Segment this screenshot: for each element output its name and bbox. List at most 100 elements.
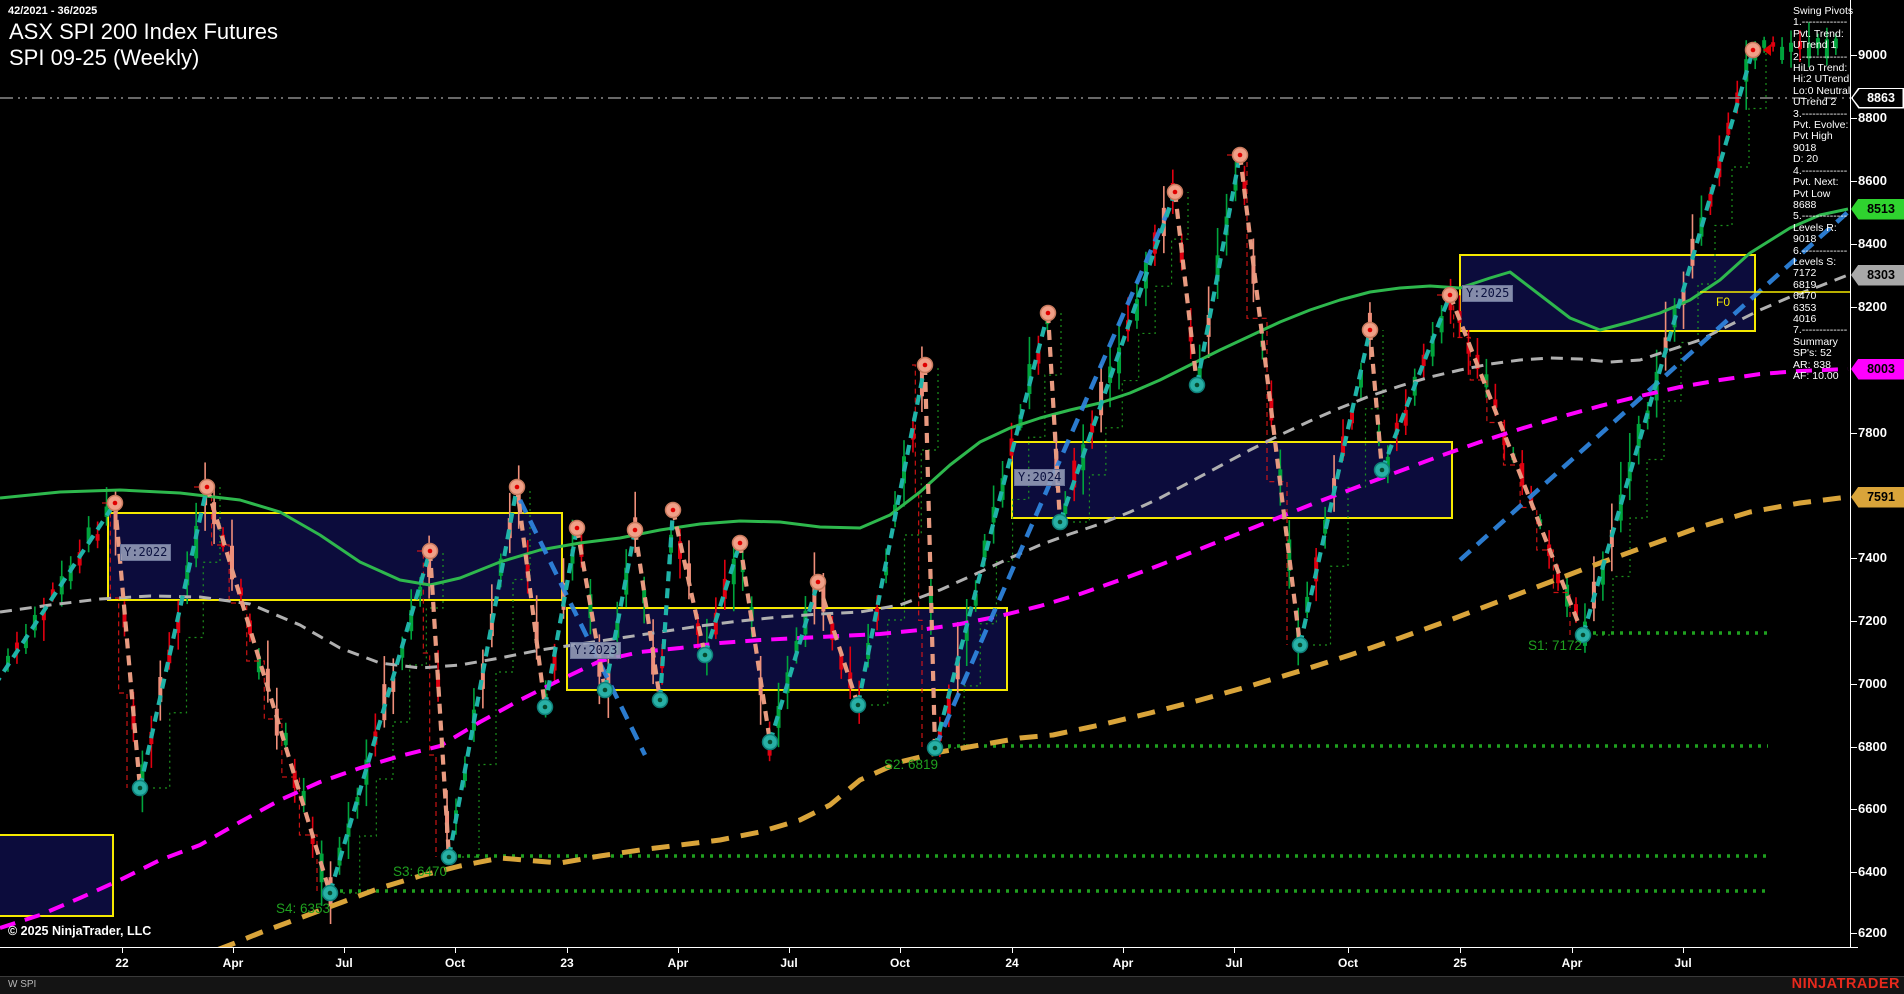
support-label: S1: 7172 xyxy=(1528,638,1582,653)
visible-range-label: 42/2021 - 36/2025 xyxy=(8,5,97,17)
time-axis-line xyxy=(0,947,1858,948)
price-tick-label: 8400 xyxy=(1858,236,1904,251)
time-tick-label: Apr xyxy=(1093,956,1153,970)
time-tick-label: 24 xyxy=(982,956,1042,970)
time-tick-label: Apr xyxy=(648,956,708,970)
time-tick-label: Apr xyxy=(203,956,263,970)
price-tick-label: 6600 xyxy=(1858,801,1904,816)
year-label-2024: Y:2024 xyxy=(1014,469,1065,486)
swing-low-marker xyxy=(442,850,457,865)
time-tick-label: Jul xyxy=(314,956,374,970)
yearly-range-box xyxy=(1012,442,1452,518)
swing-low-marker xyxy=(1190,378,1205,393)
ninjatrader-logo: NINJATRADER xyxy=(1792,976,1900,992)
swing-low-marker xyxy=(133,781,148,796)
swing-high-marker xyxy=(918,358,933,373)
swing-low-marker xyxy=(851,698,866,713)
price-tick-label: 7400 xyxy=(1858,550,1904,565)
swing-low-marker xyxy=(538,700,553,715)
tab-w-spi[interactable]: W SPI xyxy=(8,979,36,990)
time-tick-label: Apr xyxy=(1542,956,1602,970)
swing-low-marker xyxy=(928,741,943,756)
price-tick-label: 6200 xyxy=(1858,925,1904,940)
price-tag-8863: 8863 xyxy=(1851,88,1904,109)
price-tick-mark xyxy=(1850,809,1857,810)
swing-high-marker xyxy=(1443,288,1458,303)
support-label: S3: 6470 xyxy=(393,864,447,879)
swing-high-marker xyxy=(733,536,748,551)
price-tick-mark xyxy=(1850,621,1857,622)
swing-high-marker xyxy=(1168,185,1183,200)
info-panel-line: 9018 xyxy=(1793,234,1851,245)
swing-low-marker xyxy=(323,886,338,901)
price-tag-value: 8303 xyxy=(1859,265,1903,286)
price-tick-mark xyxy=(1850,933,1857,934)
swing-low-marker xyxy=(1375,463,1390,478)
price-tick-mark xyxy=(1850,684,1857,685)
price-tick-label: 7800 xyxy=(1858,425,1904,440)
yearly-range-box xyxy=(0,835,113,916)
time-tick-mark xyxy=(1012,947,1013,953)
price-chart-canvas[interactable] xyxy=(0,0,1850,947)
swing-low-marker xyxy=(1293,638,1308,653)
price-tick-mark xyxy=(1850,307,1857,308)
price-tick-mark xyxy=(1850,558,1857,559)
price-tag-8513: 8513 xyxy=(1851,199,1904,220)
info-panel-line: D: 20 xyxy=(1793,154,1851,165)
swing-high-marker xyxy=(1746,43,1761,58)
swing-low-marker xyxy=(698,648,713,663)
info-panel-line: Pvt. Next: xyxy=(1793,177,1851,188)
price-tag-value: 7591 xyxy=(1859,487,1903,508)
price-tick-label: 7000 xyxy=(1858,676,1904,691)
price-tick-mark xyxy=(1850,244,1857,245)
price-tag-8303: 8303 xyxy=(1851,265,1904,286)
info-panel-line: AF: 10.00 xyxy=(1793,371,1851,382)
swing-high-marker xyxy=(811,575,826,590)
price-tick-label: 8600 xyxy=(1858,173,1904,188)
price-tag-value: 8513 xyxy=(1859,199,1903,220)
year-label-2025: Y:2025 xyxy=(1462,285,1513,302)
swing-high-marker xyxy=(423,544,438,559)
swing-high-marker xyxy=(1041,306,1056,321)
swing-pivots-info-panel: Swing Pivots1.-------------Pvt. Trend:UT… xyxy=(1793,6,1851,382)
time-tick-label: Oct xyxy=(1318,956,1378,970)
support-label: S4: 6353 xyxy=(276,901,330,916)
price-tick-mark xyxy=(1850,747,1857,748)
time-tick-mark xyxy=(233,947,234,953)
year-label-2022: Y:2022 xyxy=(120,544,171,561)
time-tick-label: 23 xyxy=(537,956,597,970)
price-tick-label: 6800 xyxy=(1858,739,1904,754)
swing-high-marker xyxy=(1363,323,1378,338)
price-tick-mark xyxy=(1850,433,1857,434)
time-tick-mark xyxy=(1234,947,1235,953)
time-tick-mark xyxy=(1683,947,1684,953)
time-tick-mark xyxy=(1123,947,1124,953)
time-tick-label: Jul xyxy=(1653,956,1713,970)
time-tick-mark xyxy=(455,947,456,953)
info-panel-line: 6470 xyxy=(1793,291,1851,302)
time-tick-mark xyxy=(1572,947,1573,953)
time-tick-mark xyxy=(344,947,345,953)
time-tick-mark xyxy=(567,947,568,953)
support-label: S2: 6819 xyxy=(884,757,938,772)
price-tick-label: 8200 xyxy=(1858,299,1904,314)
copyright-text: © 2025 NinjaTrader, LLC xyxy=(8,924,151,938)
chart-window: 42/2021 - 36/2025 ASX SPI 200 Index Futu… xyxy=(0,0,1904,994)
time-tick-mark xyxy=(789,947,790,953)
time-tick-label: Jul xyxy=(759,956,819,970)
contract-period: SPI 09-25 (Weekly) xyxy=(9,45,278,71)
time-tick-label: 25 xyxy=(1430,956,1490,970)
swing-high-marker xyxy=(510,480,525,495)
time-tick-mark xyxy=(1348,947,1349,953)
price-tag-8003: 8003 xyxy=(1851,359,1904,380)
info-panel-line: UTrend 2 xyxy=(1793,97,1851,108)
bottom-tab-strip xyxy=(0,976,1904,994)
candlesticks xyxy=(6,22,1838,924)
page-title: ASX SPI 200 Index Futures SPI 09-25 (Wee… xyxy=(9,19,278,71)
swing-high-marker xyxy=(570,521,585,536)
time-tick-label: Jul xyxy=(1204,956,1264,970)
time-tick-label: Oct xyxy=(425,956,485,970)
info-panel-line: UTrend 1 xyxy=(1793,40,1851,51)
price-tick-label: 6400 xyxy=(1858,864,1904,879)
time-tick-mark xyxy=(678,947,679,953)
